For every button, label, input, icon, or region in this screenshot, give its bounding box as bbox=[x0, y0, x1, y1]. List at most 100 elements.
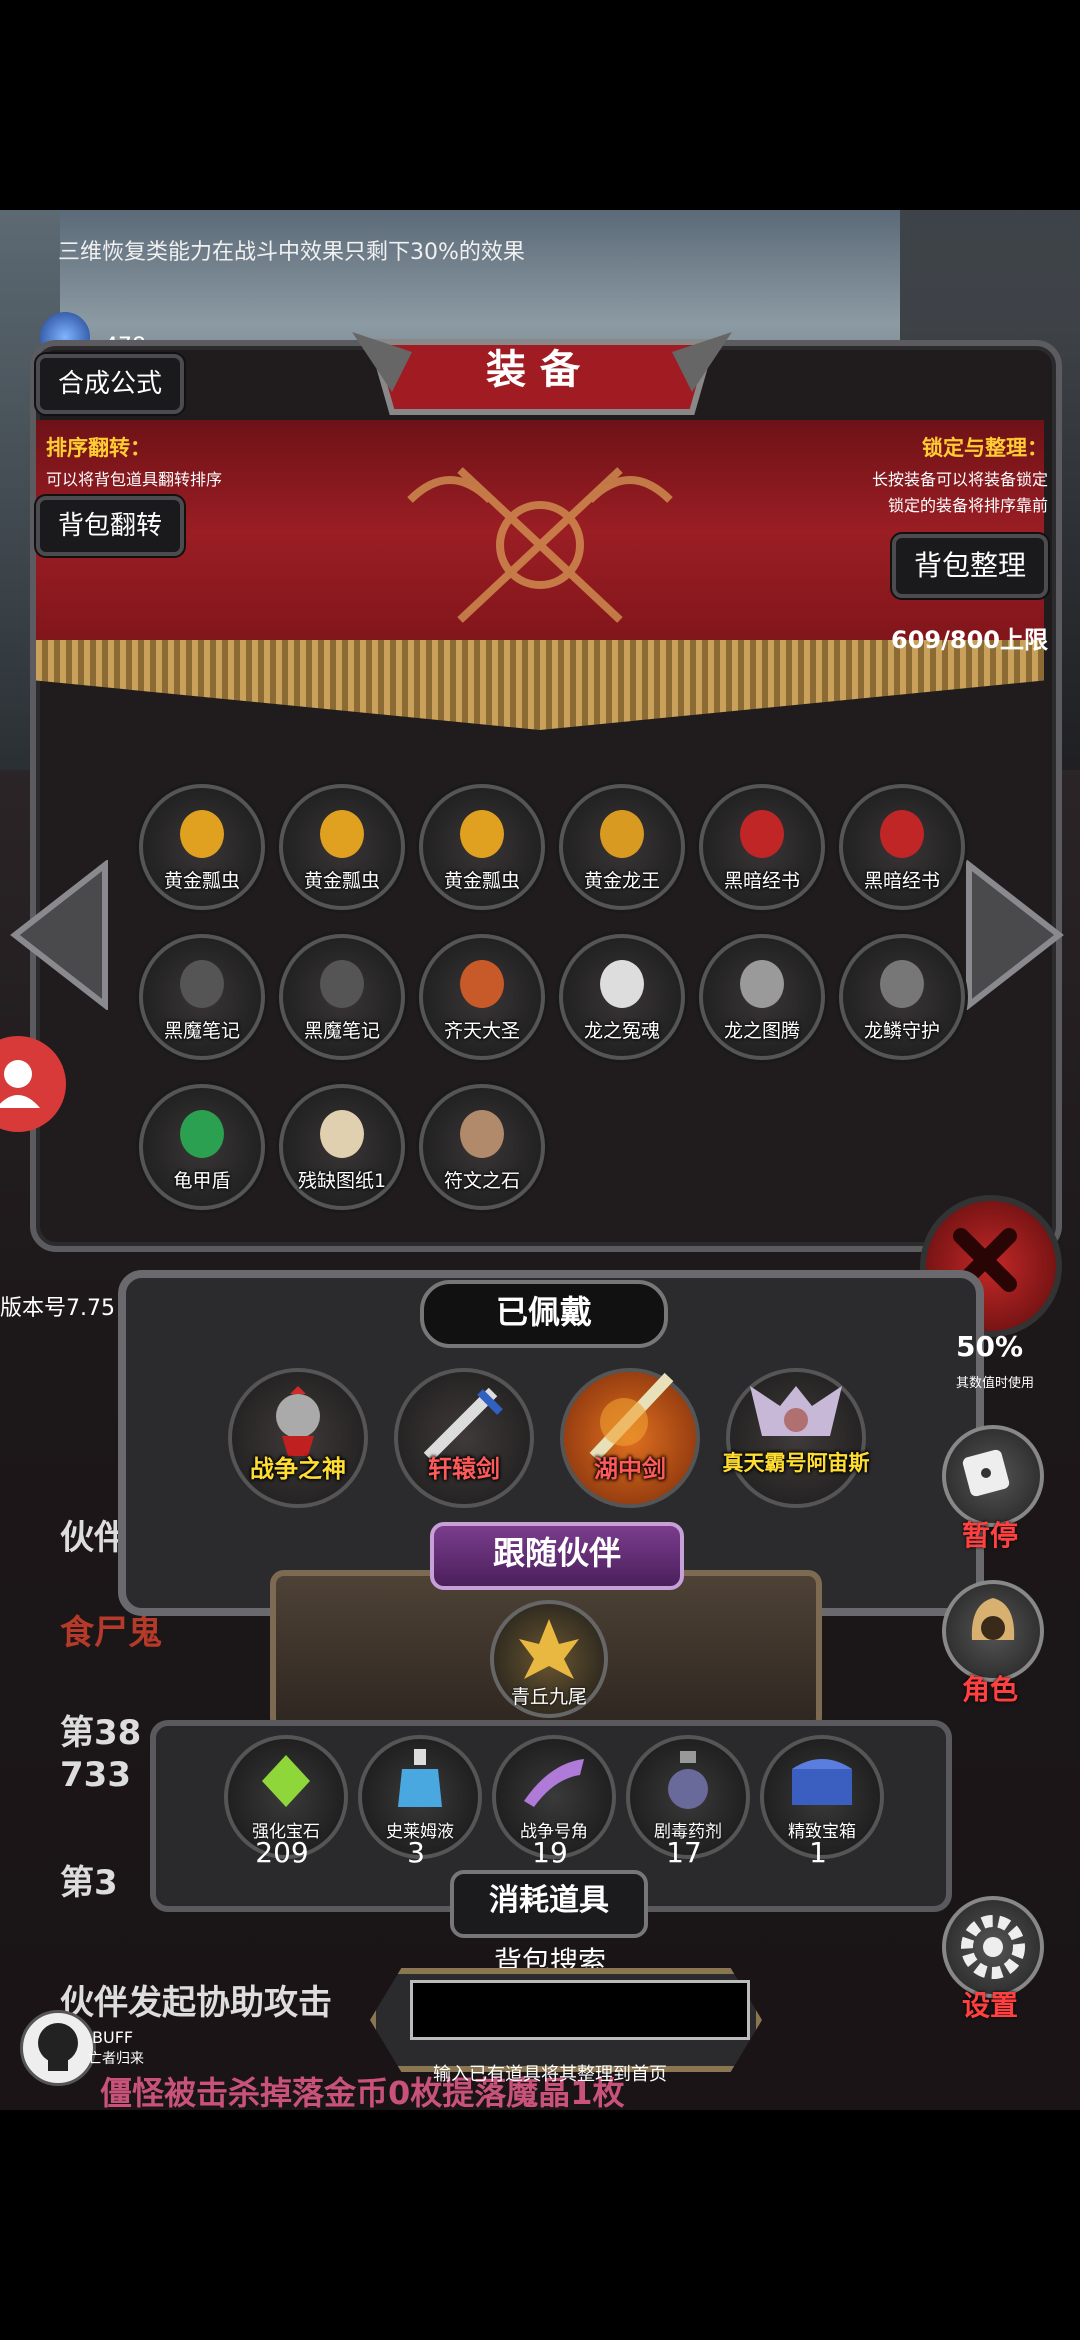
equipped-slot[interactable]: 战争之神 bbox=[228, 1368, 368, 1508]
organize-bag-button[interactable]: 背包整理 bbox=[892, 534, 1048, 598]
inventory-label: 黑暗经书 bbox=[863, 870, 940, 892]
consumable-count: 209 bbox=[255, 1836, 309, 1869]
inventory-slot[interactable]: 龙之冤魂 bbox=[559, 934, 685, 1060]
user-icon bbox=[0, 1060, 40, 1108]
lock-hint-title: 锁定与整理： bbox=[922, 436, 1048, 460]
inventory-slot[interactable]: 龙之图腾 bbox=[699, 934, 825, 1060]
consumable-count: 19 bbox=[532, 1836, 568, 1869]
contact-button[interactable] bbox=[0, 1036, 66, 1132]
pause-button[interactable] bbox=[942, 1425, 1044, 1527]
inventory-slot[interactable]: 齐天大圣 bbox=[419, 934, 545, 1060]
bg-line2: 733 bbox=[60, 1755, 131, 1795]
bg-line3: 第3 bbox=[60, 1863, 118, 1903]
companion-slot[interactable]: 青丘九尾 bbox=[490, 1600, 608, 1718]
sort-hint-title: 排序翻转： bbox=[46, 436, 151, 460]
follow-title: 跟随伙伴 bbox=[430, 1522, 684, 1590]
inventory-slot[interactable]: 黑魔笔记 bbox=[139, 934, 265, 1060]
monkey-king-icon bbox=[460, 960, 504, 1008]
dice-icon bbox=[962, 1449, 1010, 1497]
buff-skull-icon[interactable] bbox=[20, 2010, 96, 2086]
red-book-icon bbox=[880, 810, 924, 858]
equipped-label: 轩辕剑 bbox=[428, 1455, 500, 1483]
war-god-helmet-icon bbox=[276, 1386, 320, 1456]
equipped-label: 战争之神 bbox=[250, 1455, 346, 1483]
golden-beetle-icon bbox=[460, 810, 504, 858]
golden-dragon-icon bbox=[600, 810, 644, 858]
lock-hint-desc1: 长按装备可以将装备锁定 bbox=[871, 470, 1048, 489]
inventory-slot[interactable]: 黄金龙王 bbox=[559, 784, 685, 910]
search-input[interactable] bbox=[410, 1980, 750, 2040]
settings-button[interactable] bbox=[942, 1896, 1044, 1998]
sort-hint-desc: 可以将背包道具翻转排序 bbox=[46, 470, 223, 489]
search-hint: 输入已有道具将其整理到首页 bbox=[433, 2064, 667, 2085]
inventory-label: 龙之冤魂 bbox=[583, 1020, 660, 1042]
inventory-slot[interactable]: 符文之石 bbox=[419, 1084, 545, 1210]
turtle-shield-icon bbox=[180, 1110, 224, 1158]
inventory-slot[interactable]: 黄金瓢虫 bbox=[279, 784, 405, 910]
rune-stone-icon bbox=[460, 1110, 504, 1158]
armored-beast-icon bbox=[750, 1386, 842, 1436]
poison-flask-icon bbox=[668, 1751, 708, 1809]
panel-title: 装备 bbox=[486, 347, 594, 393]
buff-label: BUFF bbox=[92, 2028, 134, 2047]
inventory-slot[interactable]: 残缺图纸1 bbox=[279, 1084, 405, 1210]
inventory-slot[interactable]: 龙鳞守护 bbox=[839, 934, 965, 1060]
version-label: 版本号7.75 bbox=[0, 1296, 115, 1321]
golden-beetle-icon bbox=[180, 810, 224, 858]
inventory-label: 龙之图腾 bbox=[723, 1020, 800, 1042]
consumable-count: 17 bbox=[666, 1836, 702, 1869]
dragon-scale-shield-icon bbox=[880, 960, 924, 1008]
companion-label: 青丘九尾 bbox=[510, 1686, 587, 1708]
top-tip-text: 三维恢复类能力在战斗中效果只剩下30%的效果 bbox=[58, 240, 525, 265]
inventory-slot[interactable]: 黑魔笔记 bbox=[279, 934, 405, 1060]
inventory-slot[interactable]: 黑暗经书 bbox=[699, 784, 825, 910]
lock-hint-desc2: 锁定的装备将排序靠前 bbox=[887, 496, 1048, 515]
equipped-label: 真天霸号阿宙斯 bbox=[722, 1451, 870, 1475]
lake-sword-icon bbox=[589, 1372, 674, 1462]
pause-label: 暂停 bbox=[962, 1519, 1019, 1552]
inventory-label: 齐天大圣 bbox=[443, 1020, 520, 1042]
consumable-count: 3 bbox=[407, 1836, 425, 1869]
potion-bottle-icon bbox=[398, 1749, 442, 1807]
dark-notebook-icon bbox=[180, 960, 224, 1008]
war-horn-icon bbox=[524, 1759, 584, 1807]
inventory-label: 符文之石 bbox=[443, 1170, 520, 1192]
settings-label: 设置 bbox=[962, 1989, 1019, 2022]
formula-button[interactable]: 合成公式 bbox=[36, 354, 184, 414]
crossed-swords-emblem-icon bbox=[407, 467, 673, 623]
red-book-icon bbox=[740, 810, 784, 858]
capacity-label: 609/800上限 bbox=[891, 626, 1048, 654]
consumables-title: 消耗道具 bbox=[450, 1870, 648, 1938]
dragon-totem-icon bbox=[740, 960, 784, 1008]
enhance-gem-icon bbox=[262, 1755, 310, 1807]
inventory-label: 黑暗经书 bbox=[723, 870, 800, 892]
equipped-label: 湖中剑 bbox=[594, 1455, 666, 1483]
inventory-slot[interactable]: 黄金瓢虫 bbox=[139, 784, 265, 910]
treasure-chest-icon bbox=[792, 1759, 852, 1805]
nine-tail-fox-icon bbox=[519, 1619, 579, 1679]
hooded-figure-icon bbox=[971, 1598, 1015, 1640]
equipped-slot[interactable]: 真天霸号阿宙斯 bbox=[723, 1368, 870, 1508]
xuanyuan-sword-icon bbox=[423, 1387, 503, 1462]
inventory-slot[interactable]: 龟甲盾 bbox=[139, 1084, 265, 1210]
equipped-title: 已佩戴 bbox=[420, 1280, 668, 1348]
inventory-label: 黑魔笔记 bbox=[303, 1020, 380, 1042]
reverse-bag-button[interactable]: 背包翻转 bbox=[36, 496, 184, 556]
inventory-label: 黄金瓢虫 bbox=[163, 870, 240, 892]
page-left-arrow-icon[interactable] bbox=[10, 860, 110, 1010]
inventory-slot[interactable]: 黄金瓢虫 bbox=[419, 784, 545, 910]
bg-assist-text: 伙伴发起协助攻击 bbox=[60, 1983, 332, 2023]
side-percent-sub: 其数值时使用 bbox=[956, 1376, 1035, 1391]
inventory-label: 黄金瓢虫 bbox=[443, 870, 520, 892]
golden-beetle-icon bbox=[320, 810, 364, 858]
role-button[interactable] bbox=[942, 1580, 1044, 1682]
dragon-ghost-icon bbox=[600, 960, 644, 1008]
equipped-slot[interactable]: 轩辕剑 bbox=[394, 1368, 534, 1508]
inventory-slot[interactable]: 黑暗经书 bbox=[839, 784, 965, 910]
inventory-label: 龟甲盾 bbox=[173, 1170, 231, 1192]
role-label: 角色 bbox=[962, 1673, 1019, 1706]
inventory-label: 黄金龙王 bbox=[583, 870, 660, 892]
bg-line1: 第38 bbox=[60, 1713, 142, 1753]
equipped-slot[interactable]: 湖中剑 bbox=[560, 1368, 700, 1508]
side-percent: 50% bbox=[956, 1330, 1024, 1363]
